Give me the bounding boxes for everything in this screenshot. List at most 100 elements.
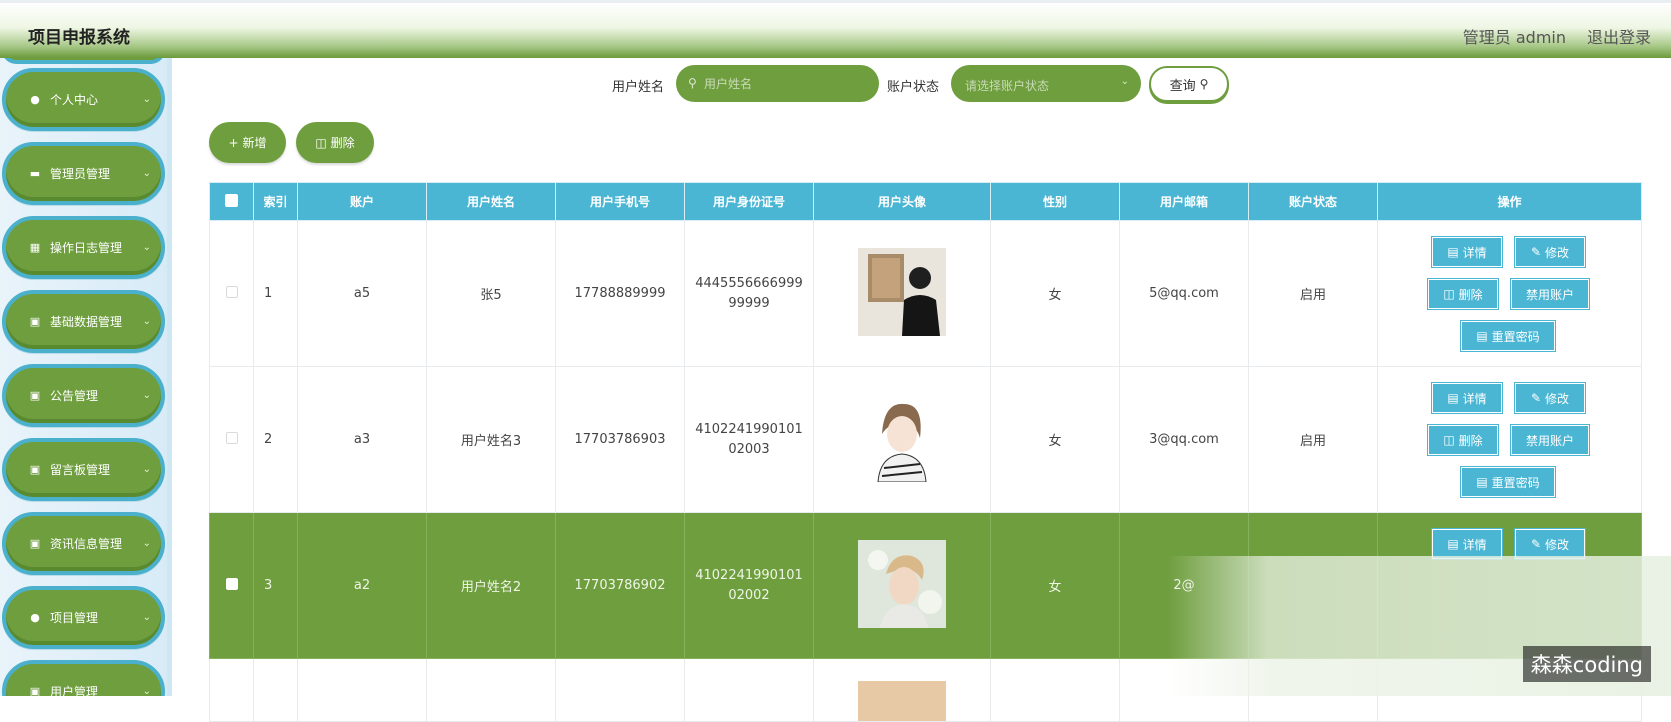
detail-button[interactable]: ▤ 详情 — [1431, 382, 1503, 414]
reset-password-button[interactable]: ▤ 重置密码 — [1460, 320, 1556, 352]
column-header: 用户身份证号 — [684, 182, 814, 221]
pencil-icon: ✎ — [1530, 537, 1542, 551]
edit-button-label: 修改 — [1545, 245, 1570, 260]
gender-cell: 女 — [990, 512, 1120, 659]
edit-button-label: 修改 — [1545, 537, 1570, 552]
name-cell: 用户姓名3 — [426, 366, 556, 513]
reset-password-button[interactable]: ▤ 重置密码 — [1460, 466, 1556, 498]
chevron-down-icon: ⌄ — [142, 464, 151, 475]
gender-cell: 女 — [990, 366, 1120, 513]
query-button-label: 查询 — [1169, 78, 1196, 94]
row-select-cell[interactable] — [209, 366, 254, 513]
select-all-header[interactable] — [209, 182, 254, 221]
edit-button[interactable]: ✎ 修改 — [1514, 528, 1586, 560]
status-search-label: 账户状态 — [887, 80, 940, 95]
account-cell: a5 — [297, 220, 427, 367]
column-header: 用户姓名 — [426, 182, 556, 221]
reset-password-label: 重置密码 — [1491, 475, 1540, 490]
chevron-down-icon: ⌄ — [142, 538, 151, 549]
sidebar-item-operation-log[interactable]: ▦ 操作日志管理 ⌄ — [2, 216, 165, 279]
phone-cell — [555, 658, 685, 722]
sidebar-item-notice[interactable]: ▣ 公告管理 ⌄ — [2, 364, 165, 427]
table-row[interactable]: 1 a5 张5 17788889999 444555666699999999 女… — [209, 220, 1642, 367]
grid-icon: ▣ — [29, 537, 41, 550]
sidebar-item-user[interactable]: ▣ 用户管理 ⌄ — [2, 660, 165, 696]
trash-icon: ◫ — [1443, 287, 1455, 301]
grid-icon: ▣ — [29, 685, 41, 696]
top-header: 项目申报系统 管理员 admin 退出登录 — [0, 0, 1671, 58]
disable-account-label: 禁用账户 — [1525, 287, 1574, 302]
sidebar-item-label: 个人中心 — [50, 93, 99, 107]
status-cell: 启用 — [1248, 220, 1378, 367]
id-number-text: 444555666699999999 — [695, 275, 803, 311]
sidebar-item-label: 操作日志管理 — [50, 241, 123, 255]
detail-button[interactable]: ▤ 详情 — [1431, 528, 1503, 560]
chevron-down-icon: ⌄ — [142, 390, 151, 401]
sidebar-item-admin-management[interactable]: ▬ 管理员管理 ⌄ — [2, 142, 165, 205]
row-select-cell[interactable] — [209, 658, 254, 722]
row-checkbox[interactable] — [225, 285, 238, 298]
delete-button[interactable]: ◫ 删除 — [1427, 278, 1499, 310]
grid-icon: ▣ — [29, 389, 41, 402]
sidebar-item-label: 管理员管理 — [50, 167, 111, 181]
status-select[interactable]: 请选择账户状态 ⌄ — [951, 65, 1141, 102]
id-number-cell: 410224199010102002 — [684, 512, 814, 659]
sidebar-item-message-board[interactable]: ▣ 留言板管理 ⌄ — [2, 438, 165, 501]
file-icon: ▤ — [1476, 329, 1488, 343]
disable-account-button[interactable]: 禁用账户 — [1510, 278, 1590, 310]
sidebar-item-label: 用户管理 — [50, 685, 99, 696]
admin-label: 管理员 admin — [1462, 28, 1566, 47]
column-header: 索引 — [253, 182, 298, 221]
query-button[interactable]: 查询 ⚲ — [1149, 66, 1229, 102]
phone-cell: 17703786902 — [555, 512, 685, 659]
sidebar-item-personal-center[interactable]: ● 个人中心 ⌄ — [2, 68, 165, 131]
table-row[interactable]: 2 a3 用户姓名3 17703786903 41022419901010200… — [209, 366, 1642, 513]
sidebar-item-news[interactable]: ▣ 资讯信息管理 ⌄ — [2, 512, 165, 575]
column-header: 性别 — [990, 182, 1120, 221]
sidebar-item-label: 基础数据管理 — [50, 315, 123, 329]
file-icon: ▤ — [1476, 475, 1488, 489]
edit-button[interactable]: ✎ 修改 — [1514, 382, 1586, 414]
delete-button[interactable]: ◫ 删除 — [1427, 424, 1499, 456]
sidebar-item-project[interactable]: ● 项目管理 ⌄ — [2, 586, 165, 649]
monitor-icon: ▬ — [29, 167, 41, 180]
gender-cell: 女 — [990, 220, 1120, 367]
add-button[interactable]: + 新增 — [209, 122, 286, 163]
status-cell: 启用 — [1248, 366, 1378, 513]
email-cell: 5@qq.com — [1119, 220, 1249, 367]
sidebar-item-label: 留言板管理 — [50, 463, 111, 477]
account-cell — [297, 658, 427, 722]
chevron-down-icon: ⌄ — [142, 168, 151, 179]
logout-link[interactable]: 退出登录 — [1587, 24, 1651, 48]
row-select-cell[interactable] — [209, 512, 254, 659]
row-checkbox[interactable] — [225, 431, 238, 444]
reset-password-label: 重置密码 — [1491, 329, 1540, 344]
edit-button[interactable]: ✎ 修改 — [1514, 236, 1586, 268]
avatar — [858, 247, 946, 336]
person-icon: ● — [30, 611, 40, 624]
status-select-placeholder: 请选择账户状态 — [965, 79, 1050, 93]
file-icon: ▤ — [1447, 537, 1459, 551]
index-cell — [253, 658, 298, 722]
id-number-cell — [684, 658, 814, 722]
select-all-checkbox[interactable] — [225, 193, 238, 207]
index-cell: 3 — [253, 512, 298, 659]
sidebar-item-partial — [2, 58, 165, 64]
column-header: 账户状态 — [1248, 182, 1378, 221]
gender-cell — [990, 658, 1120, 722]
name-search-input[interactable] — [676, 65, 879, 102]
delete-button-label: 删除 — [1458, 287, 1483, 302]
detail-button[interactable]: ▤ 详情 — [1431, 236, 1503, 268]
chevron-down-icon: ⌄ — [142, 686, 151, 696]
sidebar-item-base-data[interactable]: ▣ 基础数据管理 ⌄ — [2, 290, 165, 353]
detail-button-label: 详情 — [1462, 537, 1487, 552]
disable-account-button[interactable]: 禁用账户 — [1510, 424, 1590, 456]
search-icon: ⚲ — [688, 76, 697, 90]
sidebar-item-label: 项目管理 — [50, 611, 99, 625]
row-checkbox[interactable] — [225, 577, 238, 590]
batch-delete-button[interactable]: ◫ 删除 — [296, 122, 374, 163]
id-number-cell: 444555666699999999 — [684, 220, 814, 367]
column-header: 操作 — [1377, 182, 1642, 221]
grid-icon: ▣ — [29, 463, 41, 476]
row-select-cell[interactable] — [209, 220, 254, 367]
